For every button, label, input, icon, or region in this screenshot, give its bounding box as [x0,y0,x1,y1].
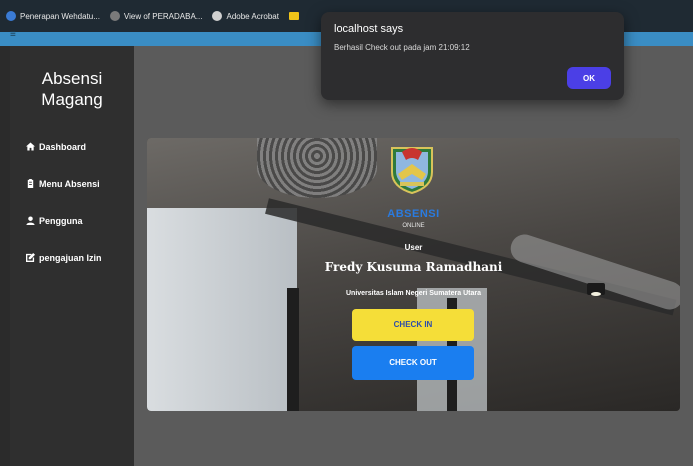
site-icon [109,11,120,21]
bookmark-label: View of PERADABA... [123,11,203,21]
bookmark-item[interactable]: Adobe Acrobat [212,11,279,21]
sidebar-item-dashboard[interactable]: Dashboard [26,128,102,165]
bookmark-label: Adobe Acrobat [226,11,279,21]
sidebar-nav: Dashboard Menu Absensi Pengguna pengajua… [26,128,102,276]
sidebar-item-menu-absensi[interactable]: Menu Absensi [26,165,102,202]
user-name: Fredy Kusuma Ramadhani [324,260,503,274]
acrobat-icon [212,11,223,21]
user-icon [26,216,35,225]
bookmark-item[interactable]: View of PERADABA... [109,11,203,21]
sidebar-brand[interactable]: Absensi Magang [10,68,134,110]
sidebar-item-label: Menu Absensi [39,178,100,189]
sidebar-item-label: Dashboard [39,141,87,152]
bookmark-label: Penerapan Wehdatu... [20,11,100,21]
check-out-button[interactable]: CHECK OUT [352,346,474,380]
user-role: User [404,243,423,252]
institution-logo [391,147,433,194]
alert-dialog: localhost says Berhasil Check out pada j… [321,12,624,100]
bookmark-item[interactable]: Penerapan Wehdatu... [6,11,100,21]
brand-line: Absensi [41,69,103,88]
ok-button[interactable]: OK [567,67,611,89]
sidebar-item-pengguna[interactable]: Pengguna [26,202,102,239]
edit-icon [26,253,35,262]
folder-icon [288,12,299,20]
dialog-message: Berhasil Check out pada jam 21:09:12 [334,43,470,52]
clipboard-icon [27,179,34,188]
sidebar: Absensi Magang Dashboard Menu Absensi Pe… [10,46,134,466]
menu-toggle-icon[interactable]: ≡ [10,30,16,40]
institution-name: Universitas Islam Negeri Sumatera Utara [345,290,481,297]
ceiling-vent [257,138,377,198]
sidebar-item-label: pengajuan Izin [39,252,102,263]
home-icon [26,142,35,151]
window-frame [287,288,299,411]
dialog-title: localhost says [334,23,404,35]
window-glass [147,208,297,411]
page: Penerapan Wehdatu... View of PERADABA...… [0,0,693,466]
bookmark-folder[interactable] [288,12,299,20]
brand-line: Magang [41,90,103,109]
sidebar-item-label: Pengguna [39,215,83,226]
app-title: ABSENSI [387,208,440,220]
app-subtitle: ONLINE [402,223,425,229]
site-icon [6,11,16,21]
sidebar-item-pengajuan-izin[interactable]: pengajuan Izin [26,239,102,276]
check-in-button[interactable]: CHECK IN [352,309,474,341]
